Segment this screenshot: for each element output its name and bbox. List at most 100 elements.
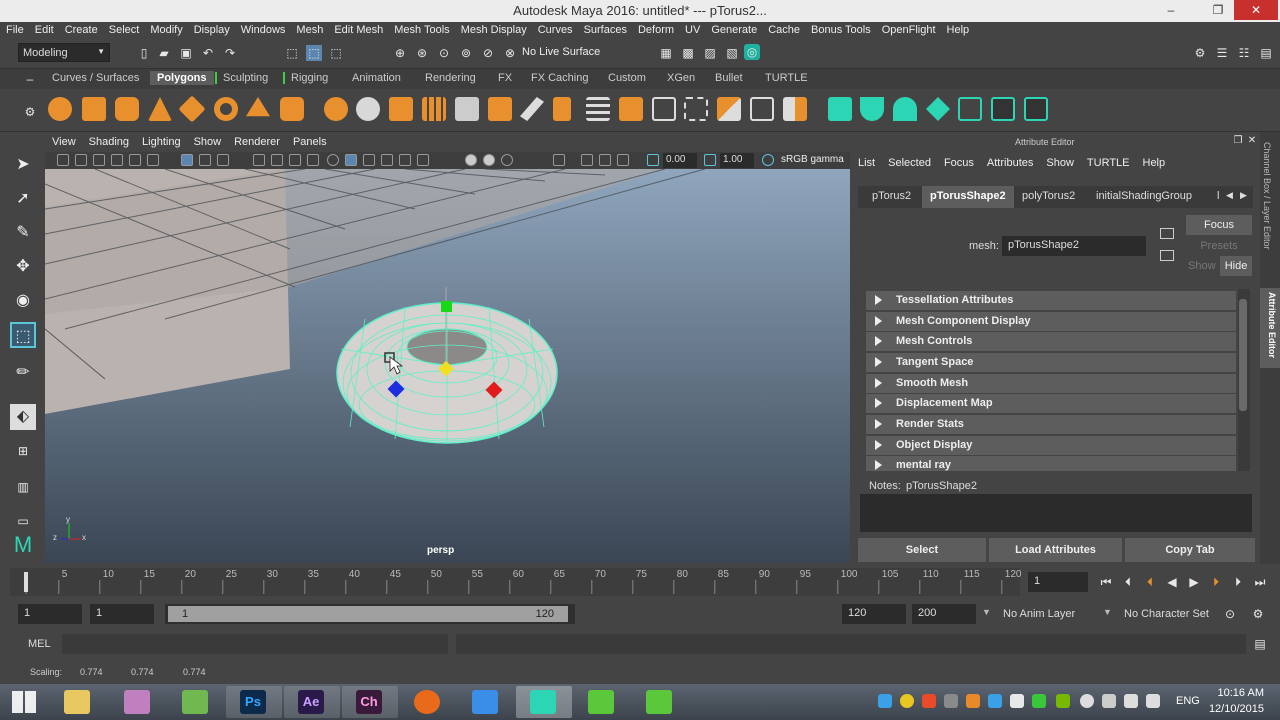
section-smooth-mesh[interactable]: Smooth Mesh: [866, 374, 1236, 393]
update-tray-icon[interactable]: [988, 694, 1002, 708]
current-time-marker[interactable]: [24, 572, 28, 592]
playback-start-field[interactable]: 1: [90, 604, 154, 624]
multi-cut-icon[interactable]: [520, 97, 544, 121]
taskbar-explorer[interactable]: [50, 686, 106, 718]
poly-pyramid-icon[interactable]: [246, 97, 270, 117]
snap-curve-icon[interactable]: ⊛: [414, 45, 430, 61]
menu-help[interactable]: Help: [941, 22, 975, 36]
mtk-quad-draw-icon[interactable]: [860, 97, 884, 121]
taskbar-character-animator[interactable]: Ch: [342, 686, 398, 718]
close-button[interactable]: ✕: [1234, 0, 1278, 20]
focus-button[interactable]: Focus: [1186, 215, 1252, 235]
tool-settings-toggle-icon[interactable]: ☷: [1236, 45, 1252, 61]
shelf-tab-xgen[interactable]: XGen: [667, 72, 695, 84]
shelf-tab-polygons[interactable]: Polygons: [150, 71, 214, 85]
taskbar-camtasia-recorder[interactable]: [574, 686, 630, 718]
wireframe-icon[interactable]: [327, 154, 339, 166]
menu-edit-mesh[interactable]: Edit Mesh: [328, 22, 388, 36]
adobe-tray-icon[interactable]: [922, 694, 936, 708]
tab-initialshadinggroup[interactable]: initialShadingGroup: [1096, 190, 1192, 202]
menu-cache[interactable]: Cache: [762, 22, 805, 36]
wireframe-on-shaded-icon[interactable]: [363, 154, 375, 166]
shelf-menu-icon[interactable]: –: [22, 71, 38, 87]
select-component-icon[interactable]: ⬚: [328, 45, 344, 61]
ae-menu-help[interactable]: Help: [1135, 152, 1171, 169]
menu-deform[interactable]: Deform: [632, 22, 679, 36]
windows-start-icon[interactable]: [12, 691, 36, 713]
resolution-gate-icon[interactable]: [217, 154, 229, 166]
poly-plane-icon[interactable]: [178, 95, 206, 123]
tab-polytorus2[interactable]: polyTorus2: [1022, 190, 1075, 202]
mtk-symmetry-icon[interactable]: [958, 97, 982, 121]
section-mental-ray[interactable]: mental ray: [866, 456, 1236, 471]
color-management-icon[interactable]: [762, 154, 774, 166]
load-attributes-button[interactable]: Load Attributes: [989, 538, 1122, 562]
section-object-display[interactable]: Object Display: [866, 436, 1236, 455]
tab-scroll-right-icon[interactable]: ▶: [1240, 190, 1247, 201]
uv-editor-icon[interactable]: [652, 97, 676, 121]
flag-tray-icon[interactable]: [966, 694, 980, 708]
make-live-icon[interactable]: ⊗: [502, 45, 518, 61]
render-frame-icon[interactable]: ▩: [680, 45, 696, 61]
graph-layout-icon[interactable]: ▭: [10, 508, 36, 534]
screen-space-ao-icon[interactable]: [581, 154, 593, 166]
section-render-stats[interactable]: Render Stats: [866, 415, 1236, 434]
wifi-icon[interactable]: [1124, 694, 1138, 708]
go-to-start-icon[interactable]: ⏮: [1098, 574, 1114, 590]
safe-action-icon[interactable]: [289, 154, 301, 166]
live-surface-label[interactable]: No Live Surface: [522, 46, 600, 58]
panel-menu-shading[interactable]: Shading: [82, 132, 135, 148]
exposure-icon[interactable]: [647, 154, 659, 166]
anim-layer-dropdown[interactable]: No Anim Layer: [1003, 608, 1075, 620]
smooth-shade-icon[interactable]: [345, 154, 357, 166]
menu-edit[interactable]: Edit: [29, 22, 59, 36]
mesh-name-field[interactable]: pTorusShape2: [1002, 236, 1146, 256]
clock-time[interactable]: 10:16 AM: [1212, 687, 1264, 699]
xray-icon[interactable]: [465, 154, 477, 166]
minimize-button[interactable]: –: [1155, 0, 1187, 20]
camera-attributes-icon[interactable]: [75, 154, 87, 166]
anim-layer-dropdown-icon[interactable]: ▼: [982, 607, 991, 617]
shelf-tab-fx-caching[interactable]: FX Caching: [531, 72, 588, 84]
poly-pipe-icon[interactable]: [280, 97, 304, 121]
go-to-input-icon[interactable]: [1160, 228, 1174, 239]
two-d-pan-icon[interactable]: [129, 154, 141, 166]
menu-create[interactable]: Create: [59, 22, 103, 36]
step-forward-key-icon[interactable]: ⏵: [1208, 574, 1224, 590]
menu-openflight[interactable]: OpenFlight: [876, 22, 941, 36]
menu-modify[interactable]: Modify: [144, 22, 187, 36]
merge-icon[interactable]: [586, 97, 610, 121]
combine-icon[interactable]: [324, 97, 348, 121]
script-editor-icon[interactable]: ▤: [1252, 636, 1268, 652]
menu-curves[interactable]: Curves: [532, 22, 578, 36]
panel-menu-show[interactable]: Show: [187, 132, 228, 148]
scrollbar-thumb[interactable]: [1239, 299, 1247, 411]
notes-textarea[interactable]: [860, 494, 1252, 532]
menu-uv[interactable]: UV: [679, 22, 705, 36]
shelf-tab-turtle[interactable]: TURTLE: [765, 72, 808, 84]
mirror-icon[interactable]: [783, 97, 807, 121]
hide-button[interactable]: Hide: [1220, 256, 1252, 276]
lasso-tool-icon[interactable]: ➚: [10, 186, 36, 212]
ae-menu-selected[interactable]: Selected: [880, 152, 936, 169]
textured-icon[interactable]: [381, 154, 393, 166]
tab-ptorusshape2[interactable]: pTorusShape2: [922, 186, 1014, 208]
colorspace-label[interactable]: sRGB gamma: [781, 154, 844, 165]
snap-view-icon[interactable]: ⊘: [480, 45, 496, 61]
mtk-connect-icon[interactable]: [828, 97, 852, 121]
range-handle[interactable]: 1 120: [168, 606, 568, 622]
mtk-grid-icon[interactable]: [991, 97, 1015, 121]
play-forward-icon[interactable]: ▶: [1186, 574, 1202, 590]
shelf-tab-rendering[interactable]: Rendering: [425, 72, 476, 84]
show-button[interactable]: Show: [1188, 260, 1216, 272]
gamma-icon[interactable]: [704, 154, 716, 166]
shadows-icon[interactable]: [417, 154, 429, 166]
exposure-field[interactable]: 0.00: [663, 153, 697, 168]
snap-grid-icon[interactable]: ⊕: [392, 45, 408, 61]
gate-mask-icon[interactable]: [253, 154, 265, 166]
scale-tool-icon[interactable]: ⬚: [10, 322, 36, 348]
poly-cube-icon[interactable]: [82, 97, 106, 121]
smooth-icon[interactable]: [422, 97, 446, 121]
auto-key-icon[interactable]: ⊙: [1222, 606, 1238, 622]
poly-cylinder-icon[interactable]: [115, 97, 139, 121]
